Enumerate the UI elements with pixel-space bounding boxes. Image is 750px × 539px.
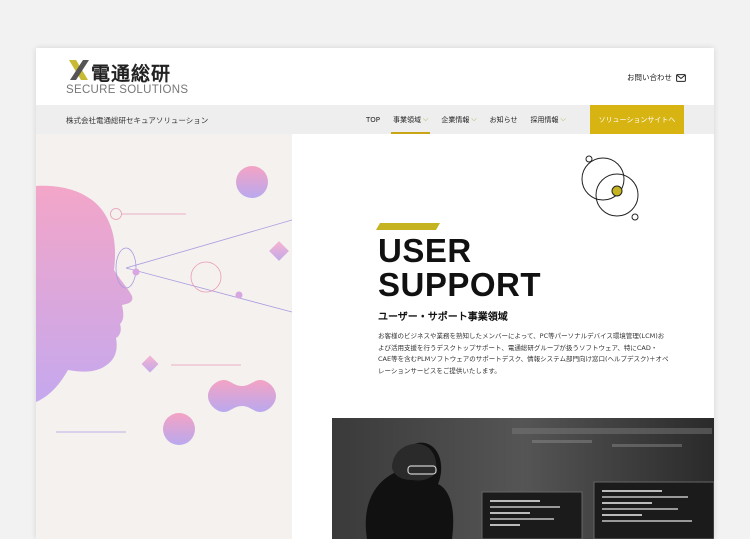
page-title-line1: USER [378,232,472,269]
nav-item-top[interactable]: TOP [366,116,380,124]
company-name: 株式会社電通総研セキュアソリューション [66,116,209,125]
site-header: 電通総研 SECURE SOLUTIONS お問い合わせ [36,48,714,105]
hero-content: USER SUPPORT ユーザー・サポート事業領域 お客様のビジネスや業務を熟… [292,134,714,539]
page-description: お客様のビジネスや業務を熟知したメンバーによって、PC等パーソナルデバイス環境管… [378,332,669,375]
logo-japanese-text: 電通総研 [91,63,172,85]
head-illustration [36,166,292,445]
page-subtitle: ユーザー・サポート事業領域 [378,312,508,323]
dot-small-1 [132,268,140,276]
photo-illustration [332,418,714,539]
chevron-down-icon: ⌵ [423,115,429,123]
logo-x-mark [69,60,89,80]
chevron-down-icon: ⌵ [560,115,566,123]
logo-english-text: SECURE SOLUTIONS [66,84,189,96]
nav-item-news[interactable]: お知らせ [490,115,518,125]
orb-bottom [163,413,195,445]
nav-item-label: 採用情報 [530,115,559,124]
contact-link[interactable]: お問い合わせ [627,72,686,83]
peanut-shape [208,380,276,412]
nav-item-label: お知らせ [489,115,518,124]
dot-small-2 [235,291,243,299]
ray-line-top [125,219,292,269]
ring-small [110,208,122,220]
office-photo [332,418,714,539]
diamond-left [141,355,159,373]
orb-top [236,166,268,198]
nav-item-company-info[interactable]: 企業情報 ⌵ [441,115,476,125]
mail-icon [676,73,686,82]
nav-item-label: 企業情報 [441,115,470,124]
nav-item-label: TOP [366,115,381,124]
nav-item-label: 事業領域 [393,115,422,124]
diamond-right [269,241,289,261]
global-nav-bar: 株式会社電通総研セキュアソリューション TOP 事業領域 ⌵ 企業情報 ⌵ お知… [36,105,714,135]
solution-site-button[interactable]: ソリューションサイトへ [590,105,684,134]
page-title-line2: SUPPORT [378,266,542,303]
head-silhouette [36,185,133,402]
nav-item-recruit[interactable]: 採用情報 ⌵ [531,115,566,125]
main-nav: TOP 事業領域 ⌵ 企業情報 ⌵ お知らせ 採用情報 ⌵ [366,105,579,135]
chevron-down-icon: ⌵ [471,115,477,123]
ring-mid [190,261,222,293]
ray-line-bottom [125,267,292,313]
page-title: USER SUPPORT [378,234,541,302]
title-accent-bar [375,223,441,230]
hero-illustration [36,134,292,539]
contact-label: お問い合わせ [627,73,672,82]
orbit-icon [581,155,639,221]
browser-frame: 電通総研 SECURE SOLUTIONS お問い合わせ 株式会社電通総研セキュ… [36,48,714,539]
nav-item-business-areas[interactable]: 事業領域 ⌵ [391,115,431,135]
